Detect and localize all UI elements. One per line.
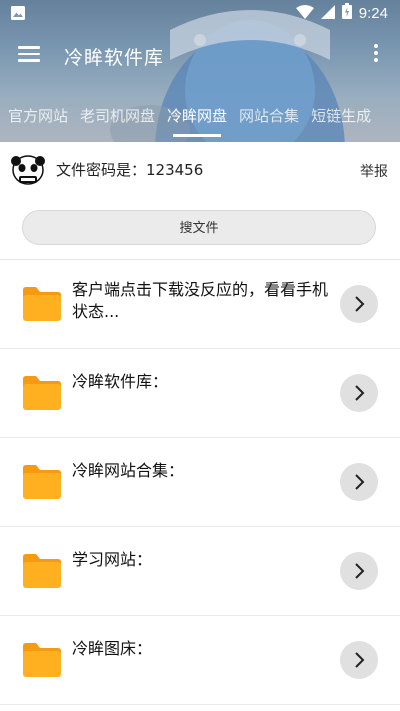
file-password-text: 文件密码是：123456 <box>56 161 204 179</box>
folder-icon <box>23 465 61 499</box>
tab-short-link[interactable]: 短链生成 <box>305 98 377 134</box>
list-item-title: 学习网站： <box>72 550 153 569</box>
avatar <box>10 153 46 187</box>
tab-official-site[interactable]: 官方网站 <box>0 98 74 134</box>
gallery-icon <box>10 5 26 25</box>
list-item[interactable]: 冷眸网站合集： <box>0 438 400 527</box>
search-section: 搜文件 <box>0 198 400 260</box>
more-options-icon[interactable] <box>372 44 380 68</box>
tab-driver-netdisk[interactable]: 老司机网盘 <box>74 98 161 134</box>
signal-icon <box>320 4 335 23</box>
list-item[interactable]: 冷眸软件库： <box>0 349 400 438</box>
tab-site-collection[interactable]: 网站合集 <box>233 98 305 134</box>
app-header: 9:24 冷眸软件库 官方网站 老司机网盘 冷眸网盘 网站合集 短链生成 <box>0 0 400 142</box>
folder-icon <box>23 554 61 588</box>
list-item-title: 客户端点击下载没反应的，看看手机状态... <box>72 280 329 321</box>
list-item[interactable]: 冷眸图床： <box>0 616 400 705</box>
chevron-right-icon[interactable] <box>340 552 378 590</box>
file-list: 客户端点击下载没反应的，看看手机状态... 冷眸软件库： 冷眸网站合集： 学习网… <box>0 260 400 705</box>
list-item[interactable]: 学习网站： <box>0 527 400 616</box>
search-files-button[interactable]: 搜文件 <box>22 210 376 245</box>
tab-bar: 官方网站 老司机网盘 冷眸网盘 网站合集 短链生成 <box>0 98 400 137</box>
chevron-right-icon[interactable] <box>340 374 378 412</box>
chevron-right-icon[interactable] <box>340 463 378 501</box>
list-item-title: 冷眸网站合集： <box>72 461 185 480</box>
list-item[interactable]: 客户端点击下载没反应的，看看手机状态... <box>0 260 400 349</box>
list-item-title: 冷眸软件库： <box>72 372 169 391</box>
chevron-right-icon[interactable] <box>340 641 378 679</box>
menu-icon[interactable] <box>14 42 44 70</box>
battery-icon <box>341 3 352 23</box>
folder-icon <box>23 376 61 410</box>
wifi-icon <box>295 4 314 23</box>
tab-lengmou-netdisk[interactable]: 冷眸网盘 <box>161 98 233 137</box>
report-button[interactable]: 举报 <box>360 161 388 181</box>
status-bar: 9:24 <box>0 0 400 28</box>
list-item-title: 冷眸图床： <box>72 639 153 658</box>
toolbar: 冷眸软件库 <box>0 28 400 84</box>
file-info-row: 文件密码是：123456 举报 <box>0 142 400 199</box>
folder-icon <box>23 287 61 321</box>
status-time: 9:24 <box>358 4 388 22</box>
app-title: 冷眸软件库 <box>64 47 165 69</box>
chevron-right-icon[interactable] <box>340 285 378 323</box>
folder-icon <box>23 643 61 677</box>
